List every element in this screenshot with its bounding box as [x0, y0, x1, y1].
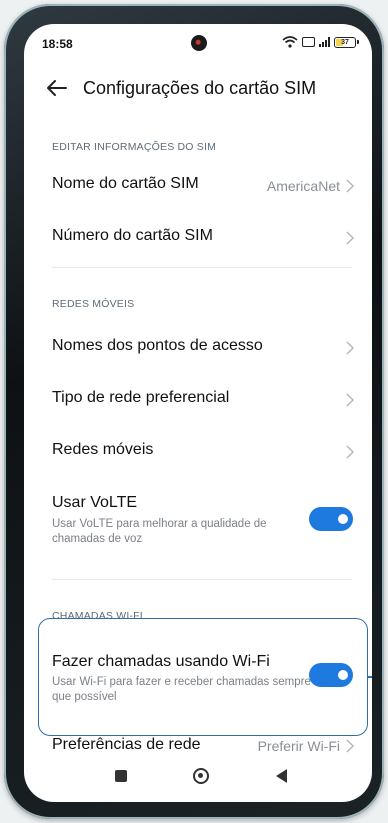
volte-toggle[interactable] — [309, 507, 353, 531]
chevron-right-icon — [346, 231, 354, 245]
home-button[interactable] — [193, 768, 209, 784]
divider — [52, 267, 352, 268]
battery-icon: 37 — [334, 36, 359, 48]
status-icons: 37 — [282, 34, 359, 50]
sim-name-label: Nome do cartão SIM — [52, 175, 199, 192]
network-type-row[interactable]: Tipo de rede preferencial — [24, 372, 372, 424]
chevron-right-icon — [346, 341, 354, 355]
status-bar: 18:58 37 — [24, 24, 372, 62]
signal-icon — [319, 37, 330, 47]
network-preferences-value: Preferir Wi-Fi — [257, 738, 340, 754]
mobile-networks-row[interactable]: Redes móveis — [24, 424, 372, 476]
top-bar: Configurações do cartão SIM — [24, 72, 372, 106]
volte-label: Usar VoLTE — [52, 494, 138, 511]
highlight-pointer — [368, 676, 372, 678]
network-preferences-row[interactable]: Preferências de rede Preferir Wi-Fi — [24, 729, 372, 759]
highlight-box — [38, 618, 368, 736]
chevron-right-icon — [346, 445, 354, 459]
back-arrow-icon[interactable] — [44, 74, 72, 102]
page-title: Configurações do cartão SIM — [83, 78, 317, 98]
chevron-right-icon — [346, 179, 354, 193]
sim-number-row[interactable]: Número do cartão SIM — [24, 210, 372, 262]
message-icon — [302, 37, 315, 47]
battery-level: 37 — [341, 38, 349, 46]
front-camera — [191, 35, 207, 51]
toggle-knob — [338, 514, 348, 524]
recent-apps-button[interactable] — [115, 770, 127, 782]
section-header-edit-sim: EDITAR INFORMAÇÕES DO SIM — [52, 141, 217, 153]
section-header-mobile: REDES MÓVEIS — [52, 298, 135, 310]
phone-frame: 18:58 37 Configurações do cartão SIM EDI… — [4, 4, 384, 819]
sim-name-value: AmericaNet — [266, 178, 340, 194]
volte-row[interactable]: Usar VoLTE Usar VoLTE para melhorar a qu… — [24, 480, 372, 550]
sim-number-label: Número do cartão SIM — [52, 227, 213, 244]
network-preferences-label: Preferências de rede — [52, 736, 201, 753]
network-type-label: Tipo de rede preferencial — [52, 389, 230, 406]
apn-label: Nomes dos pontos de acesso — [52, 337, 263, 354]
chevron-right-icon — [346, 739, 354, 753]
screen: 18:58 37 Configurações do cartão SIM EDI… — [24, 24, 372, 802]
mobile-networks-label: Redes móveis — [52, 441, 154, 458]
back-button[interactable] — [276, 769, 287, 783]
navigation-bar — [24, 764, 372, 802]
apn-row[interactable]: Nomes dos pontos de acesso — [24, 320, 372, 372]
wifi-icon — [282, 36, 298, 48]
chevron-right-icon — [346, 393, 354, 407]
divider — [52, 579, 352, 580]
sim-name-row[interactable]: Nome do cartão SIM AmericaNet — [24, 158, 372, 210]
volte-description: Usar VoLTE para melhorar a qualidade de … — [52, 518, 267, 545]
status-time: 18:58 — [42, 37, 73, 51]
